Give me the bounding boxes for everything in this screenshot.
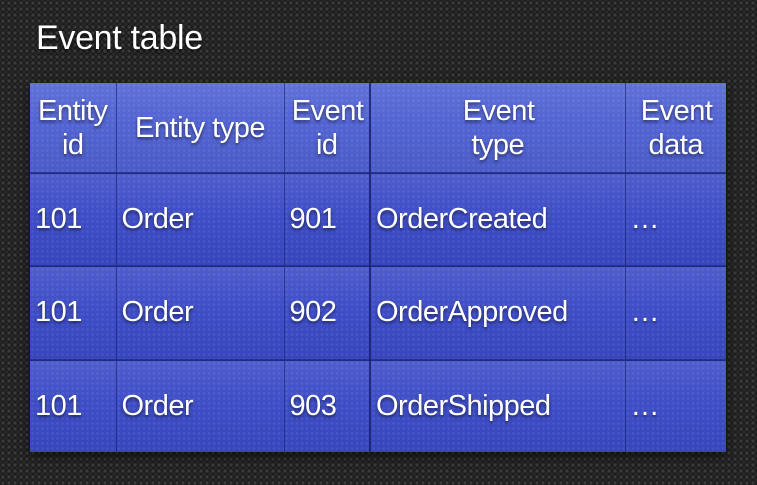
cell-event-type: OrderCreated — [370, 173, 626, 268]
cell-event-data: … — [625, 173, 726, 268]
header-event-data-label: Event data — [640, 94, 713, 161]
header-event-type: Event type — [370, 83, 626, 174]
table-header-row: Entity id Entity type Event id Event typ… — [30, 83, 726, 174]
table-row: 101 Order 903 OrderShipped … — [30, 359, 726, 452]
event-table: Entity id Entity type Event id Event typ… — [30, 83, 726, 452]
cell-entity-id: 101 — [30, 359, 117, 452]
header-entity-type: Entity type — [116, 83, 285, 174]
cell-entity-type: Order — [116, 266, 285, 361]
header-entity-id: Entity id — [30, 83, 117, 174]
header-entity-id-label: Entity id — [37, 94, 108, 161]
cell-event-data: … — [625, 359, 726, 452]
cell-entity-type: Order — [116, 359, 285, 452]
cell-event-data: … — [625, 266, 726, 361]
table-row: 101 Order 902 OrderApproved … — [30, 266, 726, 361]
header-entity-type-label: Entity type — [135, 111, 265, 144]
header-event-data: Event data — [625, 83, 726, 174]
cell-entity-id: 101 — [30, 266, 117, 361]
header-event-id: Event id — [284, 83, 371, 174]
header-event-id-label: Event id — [291, 94, 364, 161]
slide-title: Event table — [36, 19, 203, 57]
cell-event-id: 901 — [284, 173, 371, 268]
table-row: 101 Order 901 OrderCreated … — [30, 173, 726, 268]
cell-entity-type: Order — [116, 173, 285, 268]
cell-event-type: OrderApproved — [370, 266, 626, 361]
cell-entity-id: 101 — [30, 173, 117, 268]
header-event-type-label: Event type — [462, 94, 535, 161]
cell-event-id: 902 — [284, 266, 371, 361]
cell-event-type: OrderShipped — [370, 359, 626, 452]
cell-event-id: 903 — [284, 359, 371, 452]
